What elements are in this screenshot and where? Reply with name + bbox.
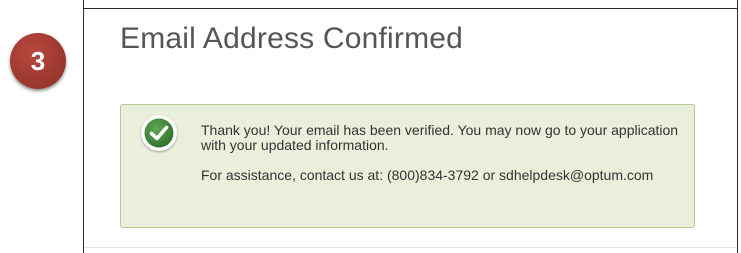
success-alert: Thank you! Your email has been verified.… (120, 104, 695, 228)
alert-text: Thank you! Your email has been verified.… (201, 123, 681, 183)
page-title: Email Address Confirmed (120, 22, 464, 55)
step-number: 3 (30, 46, 46, 76)
verified-message: Thank you! Your email has been verified.… (201, 122, 679, 153)
assistance-message: For assistance, contact us at: (800)834-… (201, 167, 654, 183)
check-circle-icon (141, 115, 177, 151)
confirmation-panel: Email Address Confirmed Thank you! Your … (83, 0, 738, 253)
bottom-divider (84, 247, 737, 248)
panel-top-border (84, 8, 737, 9)
step-number-badge: 3 (10, 33, 66, 89)
